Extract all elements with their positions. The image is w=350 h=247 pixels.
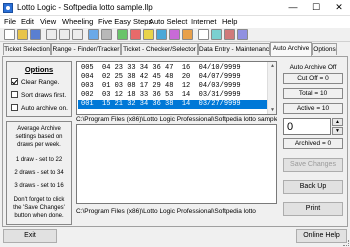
teal-tool-icon[interactable] bbox=[211, 29, 222, 40]
active-display: Active = 10 bbox=[283, 103, 343, 114]
tab-auto-archive[interactable]: Auto Archive bbox=[270, 42, 312, 56]
archived-display: Archived = 0 bbox=[283, 138, 343, 149]
avg-line-2: settings based on bbox=[15, 134, 63, 140]
print-button[interactable]: Print bbox=[283, 202, 343, 216]
menu-view[interactable]: View bbox=[40, 17, 56, 27]
tab-data-entry-maintenance[interactable]: Data Entry - Maintenance bbox=[198, 43, 270, 55]
avg-line-1: Average Archive bbox=[17, 126, 61, 132]
sort-draws-label: Sort draws first. bbox=[21, 92, 67, 99]
maximize-button[interactable]: ☐ bbox=[305, 0, 327, 15]
close-button[interactable]: ✕ bbox=[328, 0, 350, 15]
red-square-icon[interactable] bbox=[224, 29, 235, 40]
menu-help[interactable]: Help bbox=[222, 17, 237, 27]
archive-count-input[interactable]: 0 bbox=[283, 118, 331, 135]
window-title: Lotto Logic - Softpedia lotto sample.llp bbox=[17, 3, 153, 12]
spin-up-icon[interactable]: ▲ bbox=[332, 118, 343, 126]
menu-bar: File Edit View Wheeling Five Easy Steps … bbox=[0, 16, 350, 28]
green-tool-icon[interactable] bbox=[117, 29, 128, 40]
avg-note-2: the 'Save Changes' bbox=[13, 205, 65, 211]
tab-options[interactable]: Options bbox=[312, 43, 337, 55]
menu-five-easy-steps[interactable]: Five Easy Steps bbox=[98, 17, 152, 27]
clear-range-label: Clear Range. bbox=[21, 79, 60, 86]
title-bar: Lotto Logic - Softpedia lotto sample.llp… bbox=[0, 0, 350, 16]
cut-off-display: Cut Off = 0 bbox=[283, 73, 343, 84]
tab-ticket-selection[interactable]: Ticket Selection bbox=[3, 43, 51, 55]
list-item[interactable]: 003 01 03 08 17 29 48 12 04/03/9999 bbox=[78, 82, 267, 91]
blue-tool-icon[interactable] bbox=[156, 29, 167, 40]
archive-count-stepper[interactable]: ▲ ▼ bbox=[332, 118, 343, 135]
paste-icon[interactable] bbox=[72, 29, 83, 40]
menu-internet[interactable]: Internet bbox=[191, 17, 216, 27]
clear-range-checkbox[interactable] bbox=[11, 78, 18, 85]
archive-listbox[interactable] bbox=[76, 124, 277, 204]
online-help-button[interactable]: Online Help bbox=[296, 229, 347, 243]
resize-grip[interactable] bbox=[343, 240, 349, 246]
scroll-up-icon[interactable]: ▲ bbox=[268, 62, 276, 70]
sort-draws-checkbox[interactable] bbox=[11, 91, 18, 98]
active-file-path: C:\Program Files (x86)\Lotto Logic Profe… bbox=[76, 115, 277, 124]
avg-note-3: button when done. bbox=[14, 213, 64, 219]
avg-draw-3: 3 draws - set to 16 bbox=[14, 183, 64, 189]
draws-listbox[interactable]: 005 04 23 33 34 36 47 16 04/10/9999 004 … bbox=[76, 61, 277, 115]
auto-archive-checkbox[interactable] bbox=[11, 104, 18, 111]
auto-archive-status: Auto Archive Off bbox=[289, 64, 337, 71]
clear-range-option[interactable]: Clear Range. bbox=[11, 78, 59, 88]
save-icon[interactable] bbox=[30, 29, 41, 40]
avg-draw-1: 1 draw - set to 22 bbox=[15, 157, 63, 163]
cut-icon[interactable] bbox=[46, 29, 57, 40]
avg-draw-2: 2 draws - set to 34 bbox=[14, 170, 64, 176]
options-title: Options bbox=[24, 65, 54, 74]
tab-range-finder-tracker[interactable]: Range - Finder/Tracker bbox=[51, 43, 121, 55]
auto-archive-panel: Options Clear Range. Sort draws first. A… bbox=[2, 56, 348, 227]
exit-button[interactable]: Exit bbox=[3, 229, 57, 243]
archive-file-path: C:\Program Files (x86)\Lotto Logic Profe… bbox=[76, 207, 277, 216]
new-file-icon[interactable] bbox=[4, 29, 15, 40]
yellow-tool-icon[interactable] bbox=[143, 29, 154, 40]
list-item[interactable]: 004 02 25 38 42 45 48 20 04/07/9999 bbox=[78, 73, 267, 82]
back-up-button[interactable]: Back Up bbox=[283, 180, 343, 194]
options-group: Options Clear Range. Sort draws first. A… bbox=[6, 61, 72, 117]
menu-edit[interactable]: Edit bbox=[21, 17, 34, 27]
list-item[interactable]: 005 04 23 33 34 36 47 16 04/10/9999 bbox=[78, 64, 267, 73]
purple-tool-icon[interactable] bbox=[169, 29, 180, 40]
avg-note-1: Don't forget to click bbox=[13, 197, 65, 203]
toolbar bbox=[0, 28, 350, 42]
menu-auto-select[interactable]: Auto Select bbox=[149, 17, 187, 27]
print-icon[interactable] bbox=[101, 29, 112, 40]
help-icon[interactable] bbox=[237, 29, 248, 40]
menu-wheeling[interactable]: Wheeling bbox=[62, 17, 93, 27]
total-display: Total = 10 bbox=[283, 88, 343, 99]
spin-down-icon[interactable]: ▼ bbox=[332, 127, 343, 135]
sort-draws-option[interactable]: Sort draws first. bbox=[11, 91, 66, 101]
save-changes-button[interactable]: Save Changes bbox=[283, 158, 343, 172]
open-folder-icon[interactable] bbox=[17, 29, 28, 40]
tab-ticket-checker-selector[interactable]: Ticket - Checker/Selector bbox=[121, 43, 198, 55]
document-icon[interactable] bbox=[198, 29, 209, 40]
app-icon bbox=[3, 3, 13, 13]
auto-archive-label: Auto archive on. bbox=[21, 105, 68, 112]
list-item-selected[interactable]: 001 15 21 32 34 36 38 14 03/27/9999 bbox=[78, 100, 267, 109]
menu-file[interactable]: File bbox=[4, 17, 16, 27]
copy-icon[interactable] bbox=[59, 29, 70, 40]
avg-line-3: draws per week. bbox=[17, 142, 61, 148]
tab-strip: Ticket Selection Range - Finder/Tracker … bbox=[0, 42, 350, 56]
orange-tool-icon[interactable] bbox=[182, 29, 193, 40]
auto-archive-option[interactable]: Auto archive on. bbox=[11, 104, 68, 114]
listbox-scrollbar[interactable]: ▲ ▼ bbox=[267, 62, 276, 114]
average-settings-info: Average Archive settings based on draws … bbox=[6, 121, 72, 225]
scroll-down-icon[interactable]: ▼ bbox=[268, 106, 276, 114]
red-tool-icon[interactable] bbox=[130, 29, 141, 40]
search-icon[interactable] bbox=[88, 29, 99, 40]
minimize-button[interactable]: — bbox=[282, 0, 304, 15]
list-item[interactable]: 002 03 12 18 33 36 53 14 03/31/9999 bbox=[78, 91, 267, 100]
